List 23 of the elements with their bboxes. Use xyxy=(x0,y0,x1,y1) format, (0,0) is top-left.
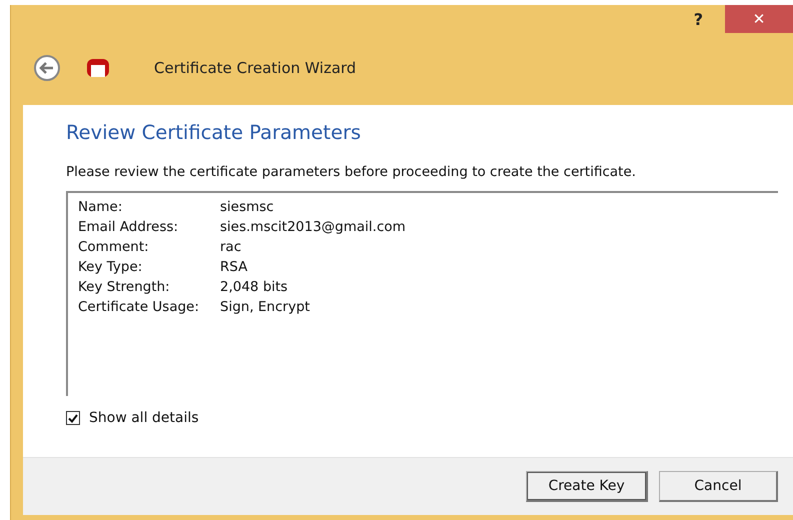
description-text: Please review the certificate parameters before proceeding to create the certificate. xyxy=(66,164,637,180)
checkbox-label[interactable]: Show all details xyxy=(89,410,199,426)
detail-label: Name: xyxy=(78,199,124,217)
detail-label: Comment: xyxy=(78,239,150,257)
show-details-checkbox[interactable] xyxy=(66,411,80,425)
cancel-button[interactable]: Cancel xyxy=(659,471,778,502)
help-button[interactable]: ? xyxy=(694,5,725,29)
detail-label: Email Address: xyxy=(78,219,180,237)
detail-value: RSA xyxy=(220,259,248,277)
window-title: Certificate Creation Wizard xyxy=(154,59,356,77)
detail-value: 2,048 bits xyxy=(220,279,289,297)
detail-label: Key Strength: xyxy=(78,279,171,297)
detail-value: Sign, Encrypt xyxy=(220,299,311,317)
certificate-icon xyxy=(86,58,110,78)
detail-label: Key Type: xyxy=(78,259,144,277)
close-button[interactable]: ✕ xyxy=(725,5,793,33)
detail-value: siesmsc xyxy=(220,199,275,217)
detail-label: Certificate Usage: xyxy=(78,299,200,317)
back-icon[interactable] xyxy=(33,54,61,82)
detail-value: sies.mscit2013@gmail.com xyxy=(220,219,407,237)
create-key-button[interactable]: Create Key xyxy=(526,471,648,502)
detail-value: rac xyxy=(220,239,242,257)
page-heading: Review Certificate Parameters xyxy=(66,121,362,144)
